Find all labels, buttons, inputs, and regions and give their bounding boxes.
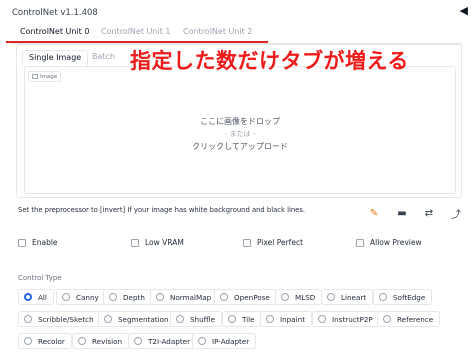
tab-single-image[interactable]: Single Image xyxy=(22,50,89,66)
radio[interactable] xyxy=(104,315,112,323)
annotation-overlay-text: 指定した数だけタブが増える xyxy=(130,49,409,73)
pixel-perfect-checkbox-box[interactable] xyxy=(243,238,251,247)
option-label: Tile xyxy=(242,314,255,324)
option-label: IP-Adapter xyxy=(212,336,250,346)
tab-batch[interactable]: Batch xyxy=(86,50,121,63)
radio[interactable] xyxy=(109,293,117,301)
option-label: Segmentation xyxy=(118,314,169,324)
swap-icon[interactable]: ⇄ xyxy=(422,206,436,220)
options-row: Enable Low VRAM Pixel Perfect Allow Prev… xyxy=(18,238,468,250)
collapse-arrow-icon[interactable]: ◀ xyxy=(460,4,468,17)
camera-icon[interactable]: ▬ xyxy=(395,206,409,220)
control-type-scribble-sketch[interactable]: Scribble/Sketch xyxy=(18,311,101,327)
control-type-softedge[interactable]: SoftEdge xyxy=(373,289,433,305)
radio[interactable] xyxy=(24,337,32,345)
control-type-label: Control Type xyxy=(18,274,62,282)
radio[interactable] xyxy=(24,315,32,323)
pencil-icon[interactable]: ✎ xyxy=(367,206,381,220)
radio[interactable] xyxy=(134,337,142,345)
option-label: Lineart xyxy=(341,292,367,302)
option-label: T2I-Adapter xyxy=(148,336,191,346)
control-type-shuffle[interactable]: Shuffle xyxy=(170,311,223,327)
control-type-tile[interactable]: Tile xyxy=(222,311,262,327)
control-type-recolor[interactable]: Recolor xyxy=(18,333,72,349)
control-type-ip-adapter[interactable]: IP-Adapter xyxy=(192,333,257,349)
drop-text-line1: ここに画像をドロップ xyxy=(200,117,280,126)
radio[interactable] xyxy=(383,315,391,323)
image-label-text: Image xyxy=(40,73,58,80)
send-icon[interactable]: ⤴ xyxy=(449,206,463,221)
tab-controlnet-unit-0[interactable]: ControlNet Unit 0 xyxy=(20,26,89,36)
radio[interactable] xyxy=(281,293,289,301)
active-tab-underline xyxy=(6,41,268,43)
radio[interactable] xyxy=(220,293,228,301)
option-label: OpenPose xyxy=(234,292,270,302)
radio[interactable] xyxy=(78,337,86,345)
radio[interactable] xyxy=(176,315,184,323)
control-type-openpose[interactable]: OpenPose xyxy=(214,289,277,305)
control-type-canny[interactable]: Canny xyxy=(56,289,106,305)
low-vram-checkbox-box[interactable] xyxy=(131,238,139,247)
enable-checkbox[interactable]: Enable xyxy=(18,238,58,247)
option-label: MLSD xyxy=(295,292,316,302)
option-label: Depth xyxy=(123,292,145,302)
allow-preview-label: Allow Preview xyxy=(370,238,422,247)
control-type-depth[interactable]: Depth xyxy=(103,289,152,305)
enable-label: Enable xyxy=(32,238,58,247)
allow-preview-checkbox[interactable]: Allow Preview xyxy=(356,238,422,247)
option-label: Revision xyxy=(92,336,123,346)
radio[interactable] xyxy=(156,293,164,301)
radio[interactable] xyxy=(198,337,206,345)
control-type-instructp2p[interactable]: InstructP2P xyxy=(312,311,380,327)
tab-controlnet-unit-1[interactable]: ControlNet Unit 1 xyxy=(101,26,170,36)
control-type-normalmap[interactable]: NormalMap xyxy=(150,289,219,305)
image-label: Image xyxy=(28,71,62,82)
control-type-t2i-adapter[interactable]: T2I-Adapter xyxy=(128,333,198,349)
option-label: Reference xyxy=(397,314,434,324)
control-type-lineart[interactable]: Lineart xyxy=(321,289,374,305)
radio[interactable] xyxy=(62,293,70,301)
pixel-perfect-label: Pixel Perfect xyxy=(257,238,304,247)
option-label: All xyxy=(38,292,47,302)
enable-checkbox-box[interactable] xyxy=(18,238,26,247)
option-label: SoftEdge xyxy=(393,292,426,302)
drop-text-or: - または - xyxy=(224,130,256,138)
radio-selected[interactable] xyxy=(24,293,32,301)
control-type-segmentation[interactable]: Segmentation xyxy=(98,311,176,327)
option-label: Inpaint xyxy=(280,314,306,324)
control-type-revision[interactable]: Revision xyxy=(72,333,130,349)
option-label: Recolor xyxy=(38,336,65,346)
control-type-inpaint[interactable]: Inpaint xyxy=(260,311,313,327)
controlnet-header[interactable]: ControlNet v1.1.408 ◀ xyxy=(10,4,470,26)
drop-text-line3: クリックしてアップロード xyxy=(192,142,288,151)
low-vram-checkbox[interactable]: Low VRAM xyxy=(131,238,184,247)
option-label: Canny xyxy=(76,292,99,302)
unit-tabs: ControlNet Unit 0 ControlNet Unit 1 Cont… xyxy=(14,26,464,42)
option-label: Scribble/Sketch xyxy=(38,314,94,324)
radio[interactable] xyxy=(379,293,387,301)
radio[interactable] xyxy=(266,315,274,323)
radio[interactable] xyxy=(327,293,335,301)
allow-preview-checkbox-box[interactable] xyxy=(356,238,364,247)
low-vram-label: Low VRAM xyxy=(145,238,184,247)
invert-hint: Set the preprocessor to [invert] If your… xyxy=(18,206,306,214)
control-type-reference[interactable]: Reference xyxy=(377,311,441,327)
tab-controlnet-unit-2[interactable]: ControlNet Unit 2 xyxy=(183,26,252,36)
pixel-perfect-checkbox[interactable]: Pixel Perfect xyxy=(243,238,303,247)
image-icon xyxy=(32,74,38,79)
option-label: NormalMap xyxy=(170,292,212,302)
controlnet-title: ControlNet v1.1.408 xyxy=(12,8,98,18)
option-label: InstructP2P xyxy=(332,314,373,324)
radio[interactable] xyxy=(228,315,236,323)
radio[interactable] xyxy=(318,315,326,323)
control-type-mlsd[interactable]: MLSD xyxy=(275,289,323,305)
control-type-all[interactable]: All xyxy=(18,289,54,305)
option-label: Shuffle xyxy=(190,314,216,324)
